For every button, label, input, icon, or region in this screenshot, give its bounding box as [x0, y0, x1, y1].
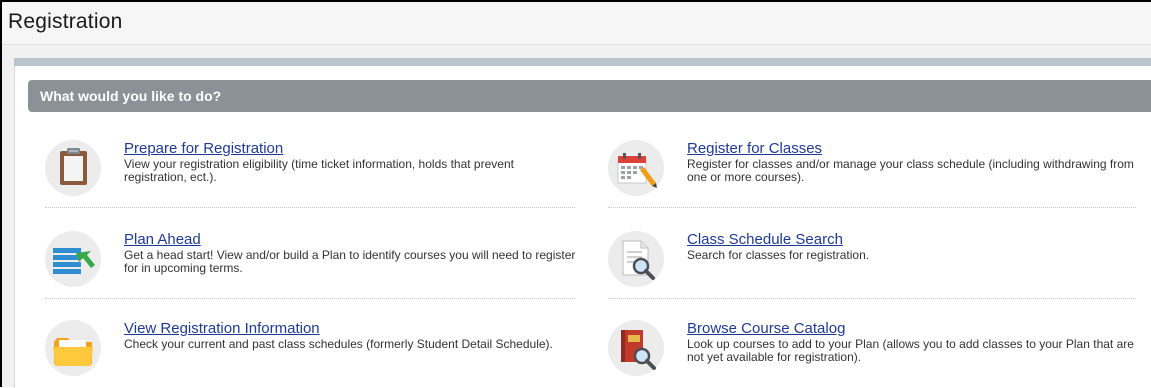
calendar-pencil-icon: [608, 140, 664, 196]
option-description: Get a head start! View and/or build a Pl…: [124, 248, 576, 275]
document-search-icon: [608, 231, 664, 287]
option-description: Register for classes and/or manage your …: [687, 157, 1134, 184]
option-description: Look up courses to add to your Plan (all…: [687, 337, 1134, 364]
option-divider: [45, 298, 575, 299]
page-header: Registration: [2, 2, 1151, 45]
option-class-schedule-search[interactable]: Class Schedule Search Search for classes…: [608, 231, 1136, 299]
book-search-icon: [608, 320, 664, 376]
option-description: View your registration eligibility (time…: [124, 157, 514, 184]
option-view-registration-information[interactable]: View Registration Information Check your…: [45, 320, 575, 388]
option-register-for-classes[interactable]: Register for Classes Register for classe…: [608, 140, 1136, 208]
folder-icon: [45, 320, 101, 376]
option-divider: [45, 207, 575, 208]
clipboard-icon: [45, 140, 101, 196]
option-title[interactable]: Plan Ahead: [124, 231, 201, 248]
option-divider: [608, 298, 1136, 299]
option-title[interactable]: Register for Classes: [687, 140, 822, 157]
page-title: Registration: [8, 10, 123, 33]
option-browse-course-catalog[interactable]: Browse Course Catalog Look up courses to…: [608, 320, 1136, 388]
option-description: Check your current and past class schedu…: [124, 337, 553, 351]
option-title[interactable]: View Registration Information: [124, 320, 320, 337]
option-plan-ahead[interactable]: Plan Ahead Get a head start! View and/or…: [45, 231, 575, 299]
option-description: Search for classes for registration.: [687, 248, 870, 262]
option-title[interactable]: Prepare for Registration: [124, 140, 283, 157]
plan-list-icon: [45, 231, 101, 287]
option-title[interactable]: Browse Course Catalog: [687, 320, 845, 337]
option-prepare-for-registration[interactable]: Prepare for Registration View your regis…: [45, 140, 575, 208]
option-divider: [608, 207, 1136, 208]
panel-title: What would you like to do?: [40, 88, 222, 104]
panel-title-bar: What would you like to do?: [28, 80, 1151, 112]
panel-top-strip: [14, 58, 1151, 66]
option-title[interactable]: Class Schedule Search: [687, 231, 843, 248]
